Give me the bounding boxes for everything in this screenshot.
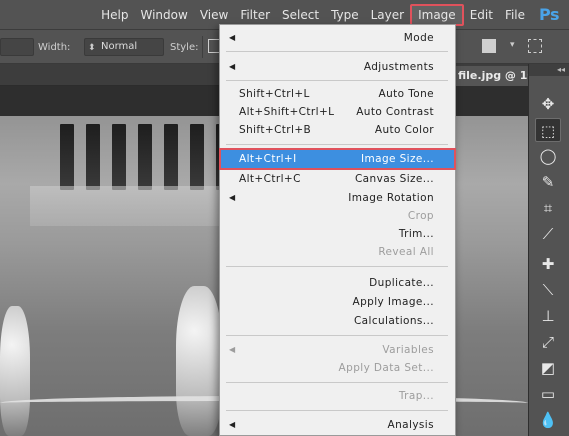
menu-item-image-rotation[interactable]: ◀ Image Rotation [221,189,454,207]
panel-collapse-icon[interactable]: ◂◂ [529,64,569,76]
menu-item-duplicate[interactable]: Duplicate... [221,274,454,292]
menu-item-auto-contrast[interactable]: Alt+Shift+Ctrl+L Auto Contrast [221,103,454,121]
menu-view[interactable]: View [194,4,234,26]
menu-image[interactable]: Image [410,3,464,26]
menu-item-image-size[interactable]: Alt+Ctrl+I Image Size... [219,148,456,170]
menu-file[interactable]: File [499,4,531,26]
style-value: Normal [101,41,138,52]
eyedropper-icon[interactable]: ⟋ [535,222,561,246]
select-arrow-icon: ⬍ [88,43,96,53]
eraser-icon[interactable]: ◩ [535,356,561,380]
menu-item-apply-image[interactable]: Apply Image... [221,293,454,311]
brush-icon[interactable]: ⟍ [535,278,561,302]
submenu-arrow-icon: ◀ [229,420,236,429]
menu-item-mode[interactable]: ◀ Mode [221,29,454,47]
menu-help[interactable]: Help [95,4,134,26]
crop-icon[interactable]: ⌗ [535,196,561,220]
healing-icon[interactable]: ✚ [535,252,561,276]
menu-separator [226,144,448,145]
menu-select[interactable]: Select [276,4,325,26]
menu-item-analysis[interactable]: ◀ Analysis [221,416,454,434]
history-brush-icon[interactable]: ⤢ [535,330,561,354]
move-icon[interactable]: ✥ [535,92,561,116]
menu-separator [226,51,448,52]
menu-item-adjustments[interactable]: ◀ Adjustments [221,58,454,76]
menu-separator [226,335,448,336]
style-select[interactable]: ⬍ Normal [84,38,164,56]
new-selection-icon[interactable] [482,39,496,53]
menu-separator [226,266,448,267]
width-label: Width: [38,42,71,53]
height-field[interactable] [0,38,34,56]
rect-marquee-option-icon[interactable] [528,39,542,53]
menu-item-auto-color[interactable]: Shift+Ctrl+B Auto Color [221,121,454,139]
menu-separator [226,410,448,411]
menu-item-apply-data-set[interactable]: Apply Data Set... [221,359,454,377]
menu-item-trap[interactable]: Trap... [221,387,454,405]
lasso-icon[interactable]: ◯ [535,144,561,168]
menu-item-auto-tone[interactable]: Shift+Ctrl+L Auto Tone [221,85,454,103]
menu-separator [226,80,448,81]
menu-item-trim[interactable]: Trim... [221,225,454,243]
tools-panel: ◂◂ ✥ ⬚ ◯ ✎ ⌗ ⟋ ✚ ⟍ ⊥ ⤢ ◩ ▭ 💧 [528,64,569,436]
gradient-icon[interactable]: ▭ [535,382,561,406]
menu-edit[interactable]: Edit [464,4,499,26]
submenu-arrow-icon: ◀ [229,193,236,202]
menu-item-variables[interactable]: ◀ Variables [221,341,454,359]
marquee-icon[interactable]: ⬚ [535,118,561,142]
quick-select-icon[interactable]: ✎ [535,170,561,194]
menu-item-canvas-size[interactable]: Alt+Ctrl+C Canvas Size... [221,170,454,188]
stormtrooper-figure-right [176,286,222,436]
stormtrooper-figure-left [0,306,30,436]
menu-window[interactable]: Window [135,4,194,26]
blur-icon[interactable]: 💧 [535,408,561,432]
stamp-icon[interactable]: ⊥ [535,304,561,328]
menu-item-calculations[interactable]: Calculations... [221,312,454,330]
submenu-arrow-icon: ◀ [229,345,236,354]
menu-item-reveal-all[interactable]: Reveal All [221,243,454,261]
image-menu-dropdown: ◀ Mode ◀ Adjustments Shift+Ctrl+L Auto T… [219,24,456,436]
document-tab[interactable]: file.jpg @ 10 [452,66,532,86]
menu-type[interactable]: Type [325,4,365,26]
photoshop-logo: Ps [539,5,559,24]
submenu-arrow-icon: ◀ [229,62,236,71]
menu-item-crop[interactable]: Crop [221,207,454,225]
menu-separator [226,382,448,383]
menu-filter[interactable]: Filter [234,4,276,26]
style-label: Style: [170,42,199,53]
submenu-arrow-icon: ◀ [229,33,236,42]
document-tab-label: file.jpg @ 10 [458,69,532,82]
toolbar-divider [202,36,203,58]
chevron-down-icon[interactable]: ▾ [510,40,515,50]
menu-layer[interactable]: Layer [365,4,410,26]
